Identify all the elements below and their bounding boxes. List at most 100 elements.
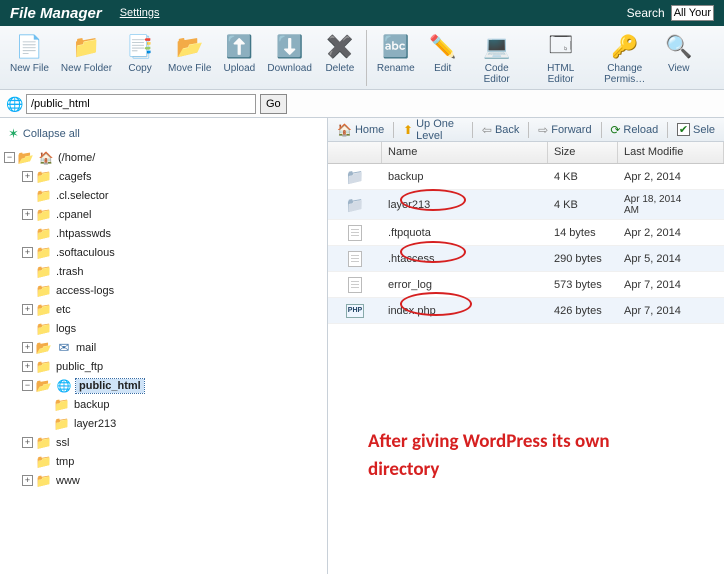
forward-arrow-icon: ⇨ bbox=[538, 123, 548, 137]
copy-button[interactable]: 📑Copy bbox=[118, 30, 162, 74]
tree-item-label: .softaculous bbox=[56, 247, 115, 259]
folder-icon bbox=[346, 197, 364, 213]
tree-item[interactable]: logs bbox=[22, 319, 323, 338]
tree-item[interactable]: .cl.selector bbox=[22, 186, 323, 205]
nav-home-button[interactable]: 🏠Home bbox=[332, 122, 389, 138]
toggle-icon[interactable]: + bbox=[22, 437, 33, 448]
tree-item[interactable]: + ssl bbox=[22, 433, 323, 452]
toggle-icon bbox=[40, 418, 51, 429]
cell-modified: Apr 7, 2014 bbox=[618, 279, 724, 291]
toggle-icon[interactable]: + bbox=[22, 209, 33, 220]
nav-back-button[interactable]: ⇦Back bbox=[477, 122, 525, 138]
tree-item[interactable]: +www bbox=[22, 471, 323, 490]
tree-item-label: ssl bbox=[56, 437, 69, 449]
folder-icon bbox=[36, 246, 52, 260]
col-modified[interactable]: Last Modifie bbox=[618, 142, 724, 163]
toggle-icon[interactable]: + bbox=[22, 247, 33, 258]
table-row[interactable]: backup4 KBApr 2, 2014 bbox=[328, 164, 724, 190]
toggle-icon[interactable]: + bbox=[22, 342, 33, 353]
new-folder-button[interactable]: 📁New Folder bbox=[55, 30, 118, 74]
tree-item[interactable]: +public_ftp bbox=[22, 357, 323, 376]
move-icon: 📂 bbox=[176, 33, 204, 61]
new-file-button[interactable]: 📄New File bbox=[4, 30, 55, 74]
file-grid-header: Name Size Last Modifie bbox=[328, 142, 724, 164]
folder-open-icon bbox=[18, 151, 34, 165]
copy-icon: 📑 bbox=[126, 33, 154, 61]
cell-name: error_log bbox=[382, 279, 548, 291]
home-icon: 🏠 bbox=[337, 123, 352, 137]
tree-item[interactable]: .trash bbox=[22, 262, 323, 281]
reload-icon: ⟳ bbox=[610, 123, 620, 137]
folder-icon bbox=[36, 455, 52, 469]
toggle-icon[interactable]: − bbox=[22, 380, 33, 391]
toggle-icon[interactable]: + bbox=[22, 361, 33, 372]
globe-icon: 🌐 bbox=[6, 96, 22, 112]
tree-item[interactable]: +.cagefs bbox=[22, 167, 323, 186]
nav-up-button[interactable]: ⬆Up One Level bbox=[398, 117, 468, 143]
globe-icon bbox=[56, 379, 72, 393]
go-button[interactable]: Go bbox=[260, 94, 287, 114]
collapse-all-button[interactable]: ✶ Collapse all bbox=[8, 126, 323, 142]
change-perms-button[interactable]: 🔑Change Permis… bbox=[593, 30, 657, 85]
table-row[interactable]: .ftpquota14 bytesApr 2, 2014 bbox=[328, 220, 724, 246]
nav-forward-button[interactable]: ⇨Forward bbox=[533, 122, 596, 138]
download-button[interactable]: ⬇️Download bbox=[261, 30, 317, 74]
rename-button[interactable]: 🔤Rename bbox=[371, 30, 421, 85]
cell-modified: Apr 18, 2014AM bbox=[618, 194, 724, 216]
tree-root[interactable]: − (/home/ bbox=[4, 148, 323, 167]
search-scope-select[interactable]: All Your bbox=[671, 5, 714, 21]
tree-item[interactable]: tmp bbox=[22, 452, 323, 471]
view-button[interactable]: 🔍View bbox=[657, 30, 701, 85]
col-size[interactable]: Size bbox=[548, 142, 618, 163]
file-plus-icon: 📄 bbox=[15, 33, 43, 61]
folder-icon bbox=[36, 227, 52, 241]
toggle-icon[interactable]: + bbox=[22, 475, 33, 486]
tree-item[interactable]: +.cpanel bbox=[22, 205, 323, 224]
tree-item[interactable]: access-logs bbox=[22, 281, 323, 300]
tree-item-label: tmp bbox=[56, 456, 74, 468]
tree-item[interactable]: backup bbox=[40, 395, 323, 414]
table-row[interactable]: layer2134 KBApr 18, 2014AM bbox=[328, 190, 724, 220]
code-editor-button[interactable]: 💻Code Editor bbox=[465, 30, 529, 85]
doc-icon bbox=[348, 277, 362, 293]
table-row[interactable]: .htaccess290 bytesApr 5, 2014 bbox=[328, 246, 724, 272]
toggle-icon[interactable]: + bbox=[22, 304, 33, 315]
delete-button[interactable]: ✖️Delete bbox=[318, 30, 362, 74]
tree-item[interactable]: layer213 bbox=[40, 414, 323, 433]
toggle-icon[interactable]: − bbox=[4, 152, 15, 163]
nav-select-all-button[interactable]: ✔Sele bbox=[672, 122, 720, 137]
col-name[interactable]: Name bbox=[382, 142, 548, 163]
tree-item-label: mail bbox=[76, 342, 96, 354]
toggle-icon bbox=[22, 285, 33, 296]
nav-reload-button[interactable]: ⟳Reload bbox=[605, 122, 663, 138]
table-row[interactable]: PHPindex.php426 bytesApr 7, 2014 bbox=[328, 298, 724, 324]
edit-button[interactable]: ✏️Edit bbox=[421, 30, 465, 85]
cell-name: backup bbox=[382, 171, 548, 183]
collapse-icon: ✶ bbox=[8, 126, 19, 142]
toggle-icon[interactable]: + bbox=[22, 171, 33, 182]
move-file-button[interactable]: 📂Move File bbox=[162, 30, 217, 74]
tree-item-label: etc bbox=[56, 304, 71, 316]
path-input[interactable] bbox=[26, 94, 256, 114]
app-header: File Manager Settings Search All Your bbox=[0, 0, 724, 26]
html-editor-button[interactable]: 🗔HTML Editor bbox=[529, 30, 593, 85]
tree-item[interactable]: + mail bbox=[22, 338, 323, 357]
path-bar: 🌐 Go bbox=[0, 90, 724, 118]
tree-item[interactable]: −public_html bbox=[22, 376, 323, 395]
tree-item[interactable]: + etc bbox=[22, 300, 323, 319]
toggle-icon bbox=[22, 228, 33, 239]
tree-item[interactable]: .htpasswds bbox=[22, 224, 323, 243]
table-row[interactable]: error_log573 bytesApr 7, 2014 bbox=[328, 272, 724, 298]
html-icon: 🗔 bbox=[547, 33, 575, 61]
col-icon[interactable] bbox=[328, 142, 382, 163]
upload-button[interactable]: ⬆️Upload bbox=[217, 30, 261, 74]
cell-name: index.php bbox=[382, 305, 548, 317]
download-icon: ⬇️ bbox=[276, 33, 304, 61]
upload-icon: ⬆️ bbox=[225, 33, 253, 61]
up-arrow-icon: ⬆ bbox=[403, 123, 413, 137]
tree-item[interactable]: + .softaculous bbox=[22, 243, 323, 262]
doc-icon bbox=[348, 251, 362, 267]
settings-link[interactable]: Settings bbox=[120, 7, 160, 19]
delete-icon: ✖️ bbox=[326, 33, 354, 61]
cell-name: layer213 bbox=[382, 199, 548, 211]
